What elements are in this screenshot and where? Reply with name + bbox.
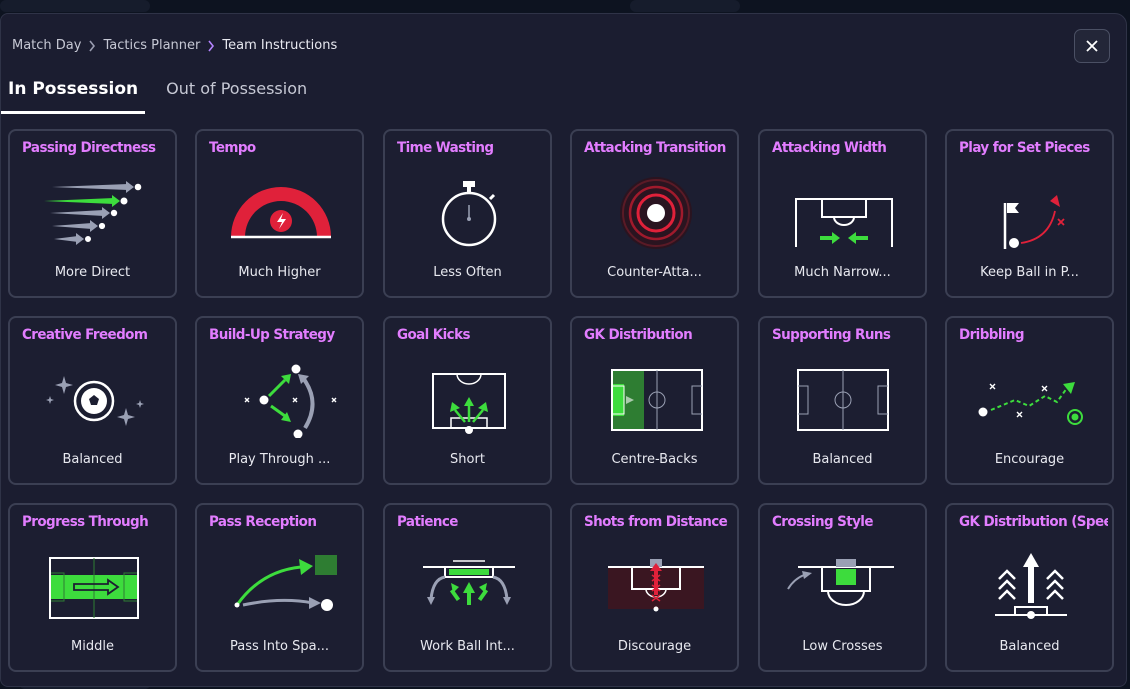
creative-freedom-ball-icon <box>34 362 154 438</box>
supporting-runs-pitch-icon <box>784 362 904 438</box>
card-value: Balanced <box>812 452 873 467</box>
card-value: Short <box>450 452 485 467</box>
card-gk-distribution[interactable]: GK Distribution Centre-Backs <box>570 316 739 485</box>
card-value: Counter-Atta... <box>607 265 702 280</box>
card-title: Shots from Distance <box>584 513 728 531</box>
goal-kicks-icon <box>409 362 529 438</box>
card-value: Much Narrow... <box>794 265 891 280</box>
card-play-for-set-pieces[interactable]: Play for Set Pieces Keep Ball in P... <box>945 129 1114 298</box>
card-value: Centre-Backs <box>611 452 698 467</box>
possession-tabs: In Possession Out of Possession <box>1 74 314 114</box>
build-up-strategy-icon <box>221 362 341 439</box>
card-time-wasting[interactable]: Time Wasting Less Often <box>383 129 552 298</box>
card-value: Low Crosses <box>802 639 883 654</box>
tab-out-of-possession[interactable]: Out of Possession <box>159 74 314 114</box>
card-title: Pass Reception <box>209 513 317 531</box>
card-value: Middle <box>71 639 114 654</box>
background-fragment <box>630 0 740 12</box>
card-title: GK Distribution <box>584 326 693 344</box>
breadcrumb-tactics-planner[interactable]: Tactics Planner <box>103 38 200 53</box>
card-value: Balanced <box>62 452 123 467</box>
card-value: Much Higher <box>238 265 321 280</box>
card-title: Time Wasting <box>397 139 494 157</box>
breadcrumb-team-instructions: Team Instructions <box>222 38 338 53</box>
card-title: Creative Freedom <box>22 326 148 344</box>
card-build-up-strategy[interactable]: Build-Up Strategy Play Through ... <box>195 316 364 485</box>
card-attacking-transition[interactable]: Attacking Transition Counter-Atta... <box>570 129 739 298</box>
card-value: Less Often <box>433 265 502 280</box>
breadcrumb: Match Day Tactics Planner Team Instructi… <box>12 38 337 53</box>
card-title: Dribbling <box>959 326 1025 344</box>
card-creative-freedom[interactable]: Creative Freedom Balanced <box>8 316 177 485</box>
counter-attack-target-icon <box>596 175 716 251</box>
card-title: Crossing Style <box>772 513 873 531</box>
close-icon <box>1086 40 1098 52</box>
tab-in-possession[interactable]: In Possession <box>1 74 146 114</box>
card-dribbling[interactable]: Dribbling Encourage <box>945 316 1114 485</box>
crossing-style-icon <box>784 549 904 625</box>
breadcrumb-match-day[interactable]: Match Day <box>12 38 81 53</box>
card-supporting-runs[interactable]: Supporting Runs Balanced <box>758 316 927 485</box>
card-title: Supporting Runs <box>772 326 891 344</box>
card-value: Balanced <box>999 639 1060 654</box>
card-value: Work Ball Int... <box>420 639 515 654</box>
card-title: Passing Directness <box>22 139 156 157</box>
instruction-grid: Passing Directness More Direct Tempo Muc… <box>8 129 1114 672</box>
card-title: Attacking Width <box>772 139 887 157</box>
card-progress-through[interactable]: Progress Through Middle <box>8 503 177 672</box>
card-title: Progress Through <box>22 513 149 531</box>
card-value: More Direct <box>54 265 131 280</box>
card-title: Attacking Transition <box>584 139 726 157</box>
close-button[interactable] <box>1074 29 1110 63</box>
team-instructions-panel: Match Day Tactics Planner Team Instructi… <box>0 13 1127 687</box>
pass-reception-icon <box>221 549 341 625</box>
card-title: Play for Set Pieces <box>959 139 1090 157</box>
card-crossing-style[interactable]: Crossing Style Low Crosses <box>758 503 927 672</box>
card-title: Tempo <box>209 139 256 157</box>
card-goal-kicks[interactable]: Goal Kicks Short <box>383 316 552 485</box>
card-pass-reception[interactable]: Pass Reception Pass Into Spa... <box>195 503 364 672</box>
shots-from-distance-icon <box>596 549 716 625</box>
gk-distribution-pitch-icon <box>596 362 716 438</box>
card-title: Build-Up Strategy <box>209 326 335 344</box>
progress-through-middle-icon <box>34 549 154 625</box>
passing-directness-icon <box>34 175 154 251</box>
card-passing-directness[interactable]: Passing Directness More Direct <box>8 129 177 298</box>
dribbling-icon <box>971 362 1091 438</box>
card-value: Keep Ball in P... <box>980 265 1079 280</box>
card-title: Goal Kicks <box>397 326 471 344</box>
card-title: Patience <box>397 513 458 531</box>
gk-distribution-speed-icon <box>971 549 1091 625</box>
card-title: GK Distribution (Speed <box>959 513 1108 531</box>
card-value: Discourage <box>617 639 692 654</box>
patience-box-icon <box>409 549 529 625</box>
card-tempo[interactable]: Tempo Much Higher <box>195 129 364 298</box>
card-value: Pass Into Spa... <box>229 639 330 654</box>
chevron-right-icon <box>88 40 96 52</box>
chevron-right-icon <box>207 40 215 52</box>
card-value: Play Through ... <box>228 452 331 467</box>
set-pieces-flag-icon <box>971 175 1091 251</box>
attacking-width-icon <box>784 175 904 251</box>
stopwatch-icon <box>409 175 529 251</box>
tempo-gauge-icon <box>221 175 341 251</box>
card-gk-distribution-speed[interactable]: GK Distribution (Speed Balanced <box>945 503 1114 672</box>
background-fragment <box>0 0 150 12</box>
card-patience[interactable]: Patience Work Ball Int... <box>383 503 552 672</box>
card-value: Encourage <box>994 452 1065 467</box>
card-shots-from-distance[interactable]: Shots from Distance Discourage <box>570 503 739 672</box>
card-attacking-width[interactable]: Attacking Width Much Narrow... <box>758 129 927 298</box>
